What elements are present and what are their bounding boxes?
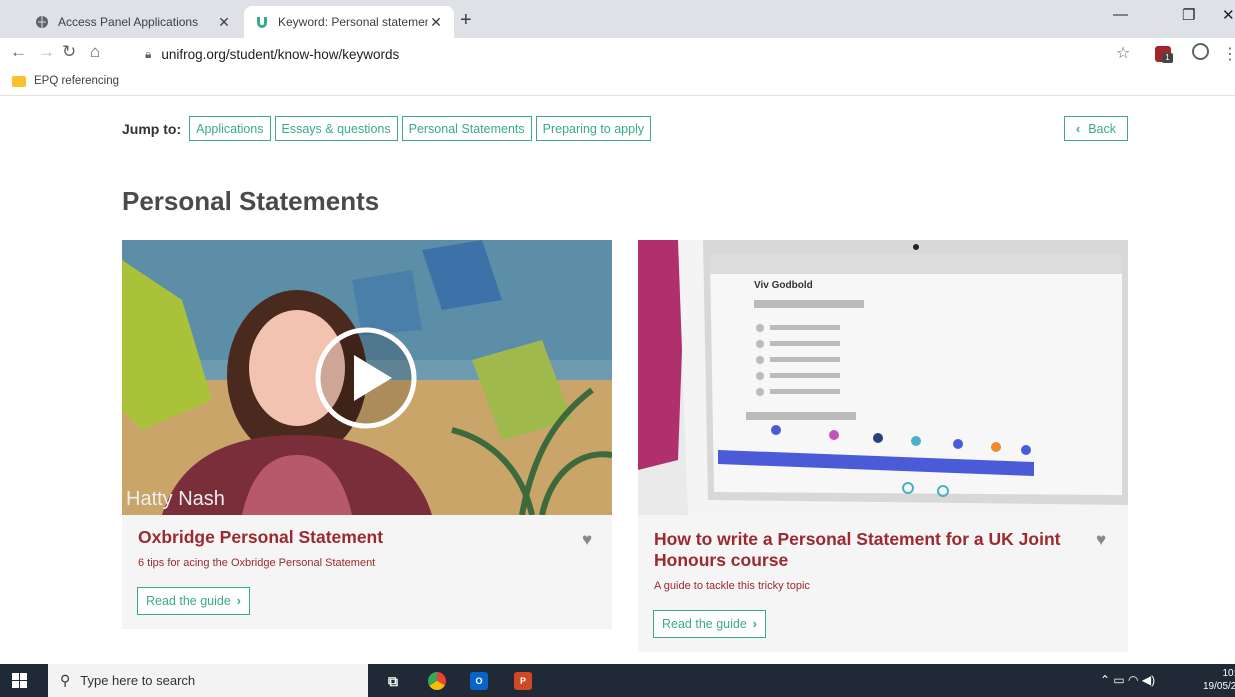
minimize-icon[interactable]: — [1113,6,1128,23]
chevron-right-icon: › [752,617,757,631]
read-guide-label: Read the guide [662,617,747,631]
lock-icon: 🔒︎ [145,46,152,61]
search-icon: ⚲ [60,672,71,688]
search-placeholder: Type here to search [80,673,196,688]
guide-image[interactable]: Viv Godbold [638,240,1128,515]
tab-strip: Access Panel Applications ✕ Keyword: Per… [0,0,1235,38]
restore-icon[interactable]: ❐ [1182,6,1195,24]
guide-card-oxbridge: Hatty Nash Oxbridge Personal Statement 6… [122,240,612,629]
menu-kebab-icon[interactable]: ⋮ [1222,44,1235,64]
heart-icon[interactable]: ♥ [1096,530,1106,550]
back-button[interactable]: ‹ Back [1064,116,1128,141]
close-icon[interactable]: ✕ [216,14,232,31]
unifrog-icon [254,14,270,30]
bookmark-epq[interactable]: EPQ referencing [12,75,119,87]
card-subtitle: 6 tips for acing the Oxbridge Personal S… [138,557,376,569]
read-guide-button[interactable]: Read the guide › [653,610,766,638]
jump-to-nav: Jump to: Applications Essays & questions… [122,116,655,141]
video-thumbnail[interactable]: Hatty Nash [122,240,612,515]
tab-title: Access Panel Applications [58,15,199,29]
new-tab-icon[interactable]: + [460,9,472,32]
globe-icon [34,14,50,30]
jump-to-label: Jump to: [122,120,182,137]
bookmarks-bar: EPQ referencing [0,70,1235,96]
windows-taskbar: ⚲ Type here to search ⧉ O P ⌃ ▭ ◠ ◀︎) 10… [0,664,1235,697]
clock-date: 19/05/202 [1203,681,1235,692]
tab-title: Keyword: Personal statement : Kr [278,15,428,29]
folder-icon [12,75,26,87]
guide-card-joint-honours: Viv Godbold How to write a Personal Stat… [638,240,1128,652]
tab-access-panel[interactable]: Access Panel Applications ✕ [24,6,242,38]
back-label: Back [1088,121,1116,136]
profile-icon[interactable] [1192,43,1209,60]
home-icon[interactable]: ⌂ [90,42,100,62]
url-text: unifrog.org/student/know-how/keywords [161,46,400,62]
task-view-icon[interactable]: ⧉ [384,672,402,690]
reload-icon[interactable]: ↻ [62,42,76,62]
taskbar-clock[interactable]: 10:06 19/05/202 [1203,667,1235,693]
read-guide-button[interactable]: Read the guide › [137,587,250,615]
card-title[interactable]: Oxbridge Personal Statement [138,527,383,548]
screen-username: Viv Godbold [754,280,813,291]
bookmark-label: EPQ referencing [34,75,120,87]
jump-link-essays[interactable]: Essays & questions [274,116,398,141]
forward-arrow-icon[interactable]: → [38,42,55,62]
tab-keyword[interactable]: Keyword: Personal statement : Kr ✕ [244,6,454,38]
bookmark-star-icon[interactable]: ☆ [1116,43,1130,63]
address-bar[interactable]: 🔒︎ unifrog.org/student/know-how/keywords [145,41,1135,67]
taskbar-search-input[interactable]: ⚲ Type here to search [48,664,368,697]
jump-link-applications[interactable]: Applications [189,116,271,141]
clock-time: 10:06 [1222,668,1235,679]
page-content: Jump to: Applications Essays & questions… [0,96,1235,664]
extension-badge: 1 [1162,53,1173,63]
close-icon[interactable]: ✕ [428,14,444,31]
heart-icon[interactable]: ♥ [582,530,592,550]
windows-start-icon[interactable] [12,673,28,689]
jump-link-personal-statements[interactable]: Personal Statements [401,116,532,141]
jump-link-preparing[interactable]: Preparing to apply [535,116,652,141]
chrome-icon[interactable] [428,672,446,690]
outlook-icon[interactable]: O [470,672,488,690]
address-toolbar: ← → ↻ ⌂ 🔒︎ unifrog.org/student/know-how/… [0,38,1235,70]
system-tray-icons[interactable]: ⌃ ▭ ◠ ◀︎) [1100,673,1155,687]
window-close-icon[interactable]: ✕ [1222,6,1235,24]
read-guide-label: Read the guide [146,594,231,608]
extension-icon[interactable]: 1 [1155,46,1173,63]
chevron-left-icon: ‹ [1076,121,1081,136]
chevron-right-icon: › [236,594,241,608]
card-subtitle: A guide to tackle this tricky topic [654,580,810,592]
back-arrow-icon[interactable]: ← [10,42,27,62]
presenter-name: Hatty Nash [126,488,225,510]
page-title: Personal Statements [122,186,380,216]
powerpoint-icon[interactable]: P [514,672,532,690]
card-title[interactable]: How to write a Personal Statement for a … [654,529,1084,571]
